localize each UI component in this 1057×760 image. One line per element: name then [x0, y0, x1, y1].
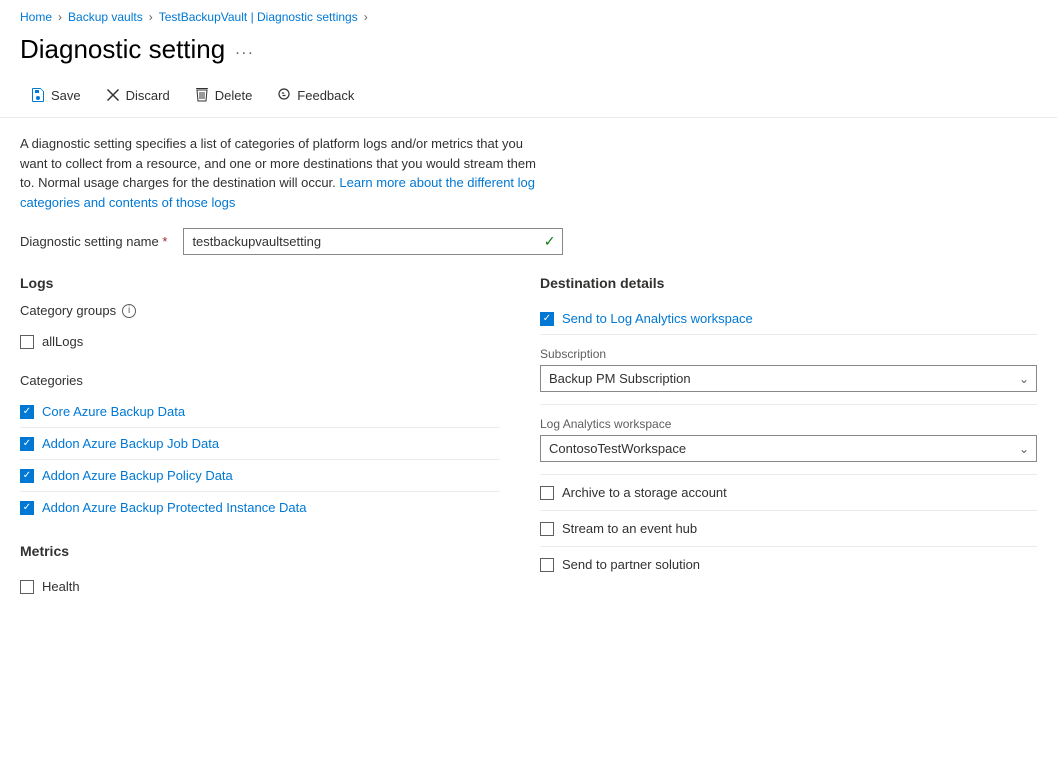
setting-name-input[interactable] [183, 228, 563, 255]
addon-job-label: Addon Azure Backup Job Data [42, 436, 219, 451]
all-logs-checkbox[interactable] [20, 335, 34, 349]
left-column: Logs Category groups i allLogs Categorie… [20, 275, 500, 602]
metrics-section-title: Metrics [20, 543, 500, 559]
delete-button[interactable]: Delete [184, 83, 263, 107]
description: A diagnostic setting specifies a list of… [20, 134, 540, 212]
all-logs-label: allLogs [42, 334, 83, 349]
page-header: Diagnostic setting ... [0, 30, 1057, 77]
subscription-field: Subscription Backup PM Subscription ⌄ [540, 335, 1037, 405]
stream-event-hub-checkbox[interactable] [540, 522, 554, 536]
save-icon [30, 87, 46, 103]
archive-storage-label: Archive to a storage account [562, 485, 727, 500]
delete-label: Delete [215, 88, 253, 103]
category-groups-section: Category groups i allLogs [20, 303, 500, 357]
addon-job-row[interactable]: Addon Azure Backup Job Data [20, 428, 500, 460]
send-partner-label: Send to partner solution [562, 557, 700, 572]
log-analytics-workspace-field: Log Analytics workspace ContosoTestWorks… [540, 405, 1037, 475]
log-analytics-workspace-dropdown[interactable]: ContosoTestWorkspace [540, 435, 1037, 462]
discard-icon [105, 87, 121, 103]
core-azure-backup-label: Core Azure Backup Data [42, 404, 185, 419]
all-logs-row[interactable]: allLogs [20, 326, 500, 357]
subscription-dropdown[interactable]: Backup PM Subscription [540, 365, 1037, 392]
send-to-log-analytics-label: Send to Log Analytics workspace [562, 311, 753, 326]
breadcrumb-home[interactable]: Home [20, 10, 52, 24]
send-to-log-analytics-checkbox[interactable] [540, 312, 554, 326]
addon-protected-checkbox[interactable] [20, 501, 34, 515]
health-row[interactable]: Health [20, 571, 500, 602]
ellipsis-button[interactable]: ... [235, 41, 254, 59]
metrics-section: Metrics Health [20, 543, 500, 602]
feedback-icon [276, 87, 292, 103]
discard-label: Discard [126, 88, 170, 103]
feedback-button[interactable]: Feedback [266, 83, 364, 107]
breadcrumb: Home › Backup vaults › TestBackupVault |… [0, 0, 1057, 30]
breadcrumb-vault-settings[interactable]: TestBackupVault | Diagnostic settings [159, 10, 358, 24]
discard-button[interactable]: Discard [95, 83, 180, 107]
subscription-dropdown-wrap: Backup PM Subscription ⌄ [540, 365, 1037, 392]
send-partner-row[interactable]: Send to partner solution [540, 547, 1037, 582]
log-analytics-workspace-dropdown-wrap: ContosoTestWorkspace ⌄ [540, 435, 1037, 462]
categories-section: Categories Core Azure Backup Data Addon … [20, 373, 500, 523]
core-azure-backup-row[interactable]: Core Azure Backup Data [20, 396, 500, 428]
feedback-label: Feedback [297, 88, 354, 103]
addon-protected-row[interactable]: Addon Azure Backup Protected Instance Da… [20, 492, 500, 523]
addon-policy-label: Addon Azure Backup Policy Data [42, 468, 233, 483]
save-label: Save [51, 88, 81, 103]
stream-event-hub-label: Stream to an event hub [562, 521, 697, 536]
log-analytics-workspace-label: Log Analytics workspace [540, 417, 1037, 431]
categories-label: Categories [20, 373, 500, 388]
category-groups-label: Category groups i [20, 303, 500, 318]
save-button[interactable]: Save [20, 83, 91, 107]
archive-storage-row[interactable]: Archive to a storage account [540, 475, 1037, 511]
info-icon[interactable]: i [122, 304, 136, 318]
setting-name-row: Diagnostic setting name * ✓ [20, 228, 1037, 255]
check-icon: ✓ [544, 233, 556, 250]
send-partner-checkbox[interactable] [540, 558, 554, 572]
health-label: Health [42, 579, 80, 594]
main-content: A diagnostic setting specifies a list of… [0, 118, 1057, 618]
core-azure-backup-checkbox[interactable] [20, 405, 34, 419]
addon-job-checkbox[interactable] [20, 437, 34, 451]
addon-policy-checkbox[interactable] [20, 469, 34, 483]
breadcrumb-backup-vaults[interactable]: Backup vaults [68, 10, 143, 24]
two-col-layout: Logs Category groups i allLogs Categorie… [20, 275, 1037, 602]
send-to-log-analytics-row[interactable]: Send to Log Analytics workspace [540, 303, 1037, 335]
logs-section-title: Logs [20, 275, 500, 291]
delete-icon [194, 87, 210, 103]
health-checkbox[interactable] [20, 580, 34, 594]
page-title: Diagnostic setting [20, 34, 225, 65]
subscription-label: Subscription [540, 347, 1037, 361]
stream-event-hub-row[interactable]: Stream to an event hub [540, 511, 1037, 547]
addon-protected-label: Addon Azure Backup Protected Instance Da… [42, 500, 307, 515]
destination-section-title: Destination details [540, 275, 1037, 291]
toolbar: Save Discard Delete Feedback [0, 77, 1057, 118]
setting-name-label: Diagnostic setting name * [20, 234, 167, 249]
setting-name-input-wrap: ✓ [183, 228, 563, 255]
right-column: Destination details Send to Log Analytic… [540, 275, 1037, 602]
addon-policy-row[interactable]: Addon Azure Backup Policy Data [20, 460, 500, 492]
archive-storage-checkbox[interactable] [540, 486, 554, 500]
